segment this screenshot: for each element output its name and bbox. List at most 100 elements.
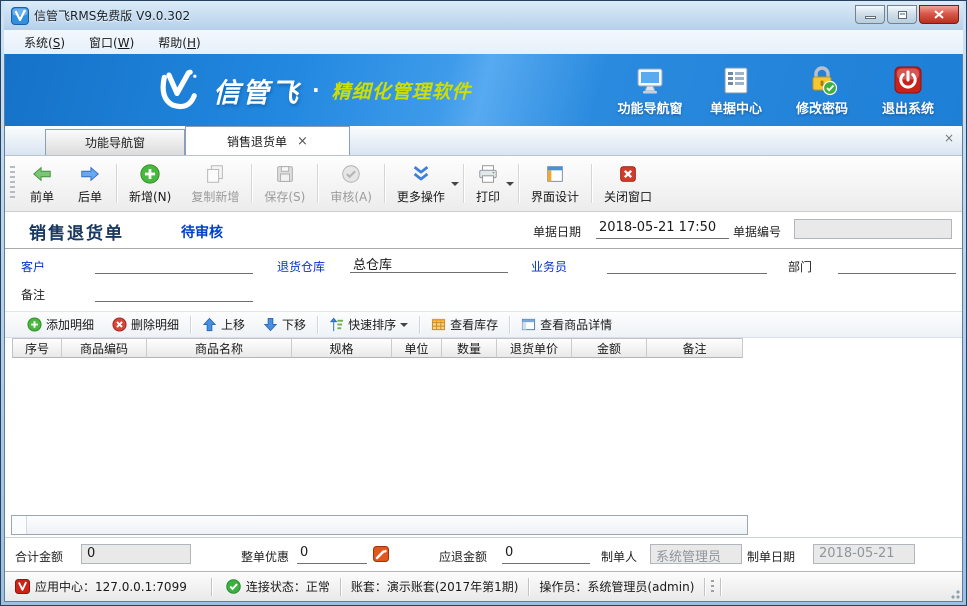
save-button[interactable]: 保存(S): [254, 158, 315, 209]
remark-label: 备注: [21, 286, 45, 303]
statusbar-account: 账套：演示账套(2017年第1期): [341, 578, 529, 595]
department-input[interactable]: [838, 255, 956, 274]
app-center-icon: [15, 579, 30, 594]
statusbar-separator: [704, 578, 705, 596]
add-circle-icon: [27, 317, 42, 332]
view-stock-button[interactable]: 查看库存: [422, 312, 507, 337]
toolbar-separator: [384, 164, 385, 203]
creator-label: 制单人: [601, 548, 637, 565]
delete-detail-button[interactable]: 删除明细: [103, 312, 188, 337]
toolbar-separator: [317, 164, 318, 203]
move-up-icon: [202, 317, 217, 332]
doc-date-input[interactable]: 2018-05-21 17:50: [596, 220, 729, 239]
move-down-button[interactable]: 下移: [254, 312, 315, 337]
discount-input[interactable]: 0: [297, 545, 367, 564]
menu-help[interactable]: 帮助(H): [148, 32, 210, 53]
ui-design-button[interactable]: 界面设计: [521, 158, 589, 209]
brand-slogan: 精细化管理软件: [332, 77, 472, 104]
customer-input[interactable]: [95, 255, 253, 274]
move-down-icon: [263, 317, 278, 332]
grid-scroll-row: [5, 515, 962, 537]
brand-name: 信管飞: [213, 71, 300, 110]
quick-sort-icon: [329, 317, 344, 332]
toolbar-separator: [251, 164, 252, 203]
close-window-button[interactable]: 关闭窗口: [594, 158, 662, 209]
warehouse-label: 退货仓库: [277, 258, 325, 275]
detail-toolbar-separator: [317, 316, 318, 334]
move-up-button[interactable]: 上移: [193, 312, 254, 337]
toolbar-separator: [518, 164, 519, 203]
warehouse-input[interactable]: 总仓库: [350, 254, 508, 273]
column-header-code[interactable]: 商品编码: [62, 338, 147, 358]
close-button[interactable]: [919, 5, 959, 24]
tab-nav-window[interactable]: 功能导航窗: [45, 129, 185, 155]
creator-field: 系统管理员: [650, 544, 742, 564]
tab-close-icon[interactable]: ×: [297, 135, 308, 148]
toolbar-separator: [591, 164, 592, 203]
brand-dot: ·: [312, 78, 320, 102]
column-header-price[interactable]: 退货单价: [497, 338, 572, 358]
brand-mark-icon: [151, 67, 203, 113]
column-header-unit[interactable]: 单位: [392, 338, 442, 358]
scroll-left-button[interactable]: [12, 516, 27, 534]
column-header-qty[interactable]: 数量: [442, 338, 497, 358]
detail-toolbar-separator: [190, 316, 191, 334]
prev-doc-button[interactable]: 前单: [18, 158, 66, 209]
menu-system[interactable]: 系统(S): [14, 32, 75, 53]
totals-bar: 合计金额 0 整单优惠 0 应退金额 0 制单人 系统管理员 制单日期 2018…: [5, 537, 962, 571]
audit-button[interactable]: 审核(A): [320, 158, 382, 209]
close-icon: [934, 10, 944, 19]
column-header-spec[interactable]: 规格: [292, 338, 392, 358]
view-product-detail-button[interactable]: 查看商品详情: [512, 312, 621, 337]
doc-no-label: 单据编号: [733, 223, 781, 240]
column-header-amount[interactable]: 金额: [572, 338, 647, 358]
remove-circle-icon: [112, 317, 127, 332]
detail-toolbar-separator: [419, 316, 420, 334]
doc-date-label: 单据日期: [533, 223, 581, 240]
scrollbar-thumb[interactable]: [27, 516, 747, 534]
column-header-remark[interactable]: 备注: [647, 338, 743, 358]
new-button[interactable]: 新增(N): [119, 158, 181, 209]
more-actions-button[interactable]: 更多操作: [387, 158, 461, 209]
resize-grip[interactable]: [948, 587, 960, 599]
exit-system-button[interactable]: 退出系统: [870, 64, 946, 117]
menu-window[interactable]: 窗口(W): [79, 32, 144, 53]
audit-icon: [340, 163, 362, 185]
form-header: 销售退货单 待审核 单据日期 2018-05-21 17:50 单据编号: [5, 212, 962, 249]
column-header-name[interactable]: 商品名称: [147, 338, 292, 358]
change-password-button[interactable]: 修改密码: [784, 64, 860, 117]
doc-no-field: [794, 219, 952, 239]
product-detail-icon: [521, 317, 536, 332]
toolbar-separator: [116, 164, 117, 203]
copy-new-button[interactable]: 复制新增: [181, 158, 249, 209]
refund-amount-input[interactable]: 0: [502, 545, 590, 564]
print-button[interactable]: 打印: [466, 158, 516, 209]
stock-grid-icon: [431, 317, 446, 332]
salesman-input[interactable]: [607, 255, 767, 274]
horizontal-scrollbar[interactable]: [11, 515, 748, 535]
ui-design-icon: [544, 163, 566, 185]
document-center-button[interactable]: 单据中心: [698, 64, 774, 117]
toolbar-grip: [10, 166, 15, 201]
minimize-button[interactable]: [855, 5, 885, 24]
toolbar-separator: [463, 164, 464, 203]
save-icon: [274, 163, 296, 185]
power-icon: [892, 64, 924, 96]
add-detail-button[interactable]: 添加明细: [18, 312, 103, 337]
department-label: 部门: [788, 258, 812, 275]
next-doc-button[interactable]: 后单: [66, 158, 114, 209]
remark-input[interactable]: [95, 283, 253, 302]
column-header-seq[interactable]: 序号: [12, 338, 62, 358]
close-window-icon: [617, 163, 639, 185]
nav-window-button[interactable]: 功能导航窗: [612, 64, 688, 117]
window-title: 信管飞RMS免费版 V9.0.302: [34, 7, 190, 24]
refund-amount-label: 应退金额: [439, 548, 487, 565]
more-actions-caret-icon: [451, 182, 459, 186]
tab-sales-return[interactable]: 销售退货单 ×: [185, 126, 350, 155]
discount-edit-icon[interactable]: [373, 546, 389, 562]
minimize-icon: [865, 16, 876, 19]
total-amount-field: 0: [81, 544, 191, 564]
restore-button[interactable]: [887, 5, 917, 24]
tabstrip-close-icon[interactable]: ×: [944, 131, 954, 145]
quick-sort-button[interactable]: 快速排序: [320, 312, 417, 337]
